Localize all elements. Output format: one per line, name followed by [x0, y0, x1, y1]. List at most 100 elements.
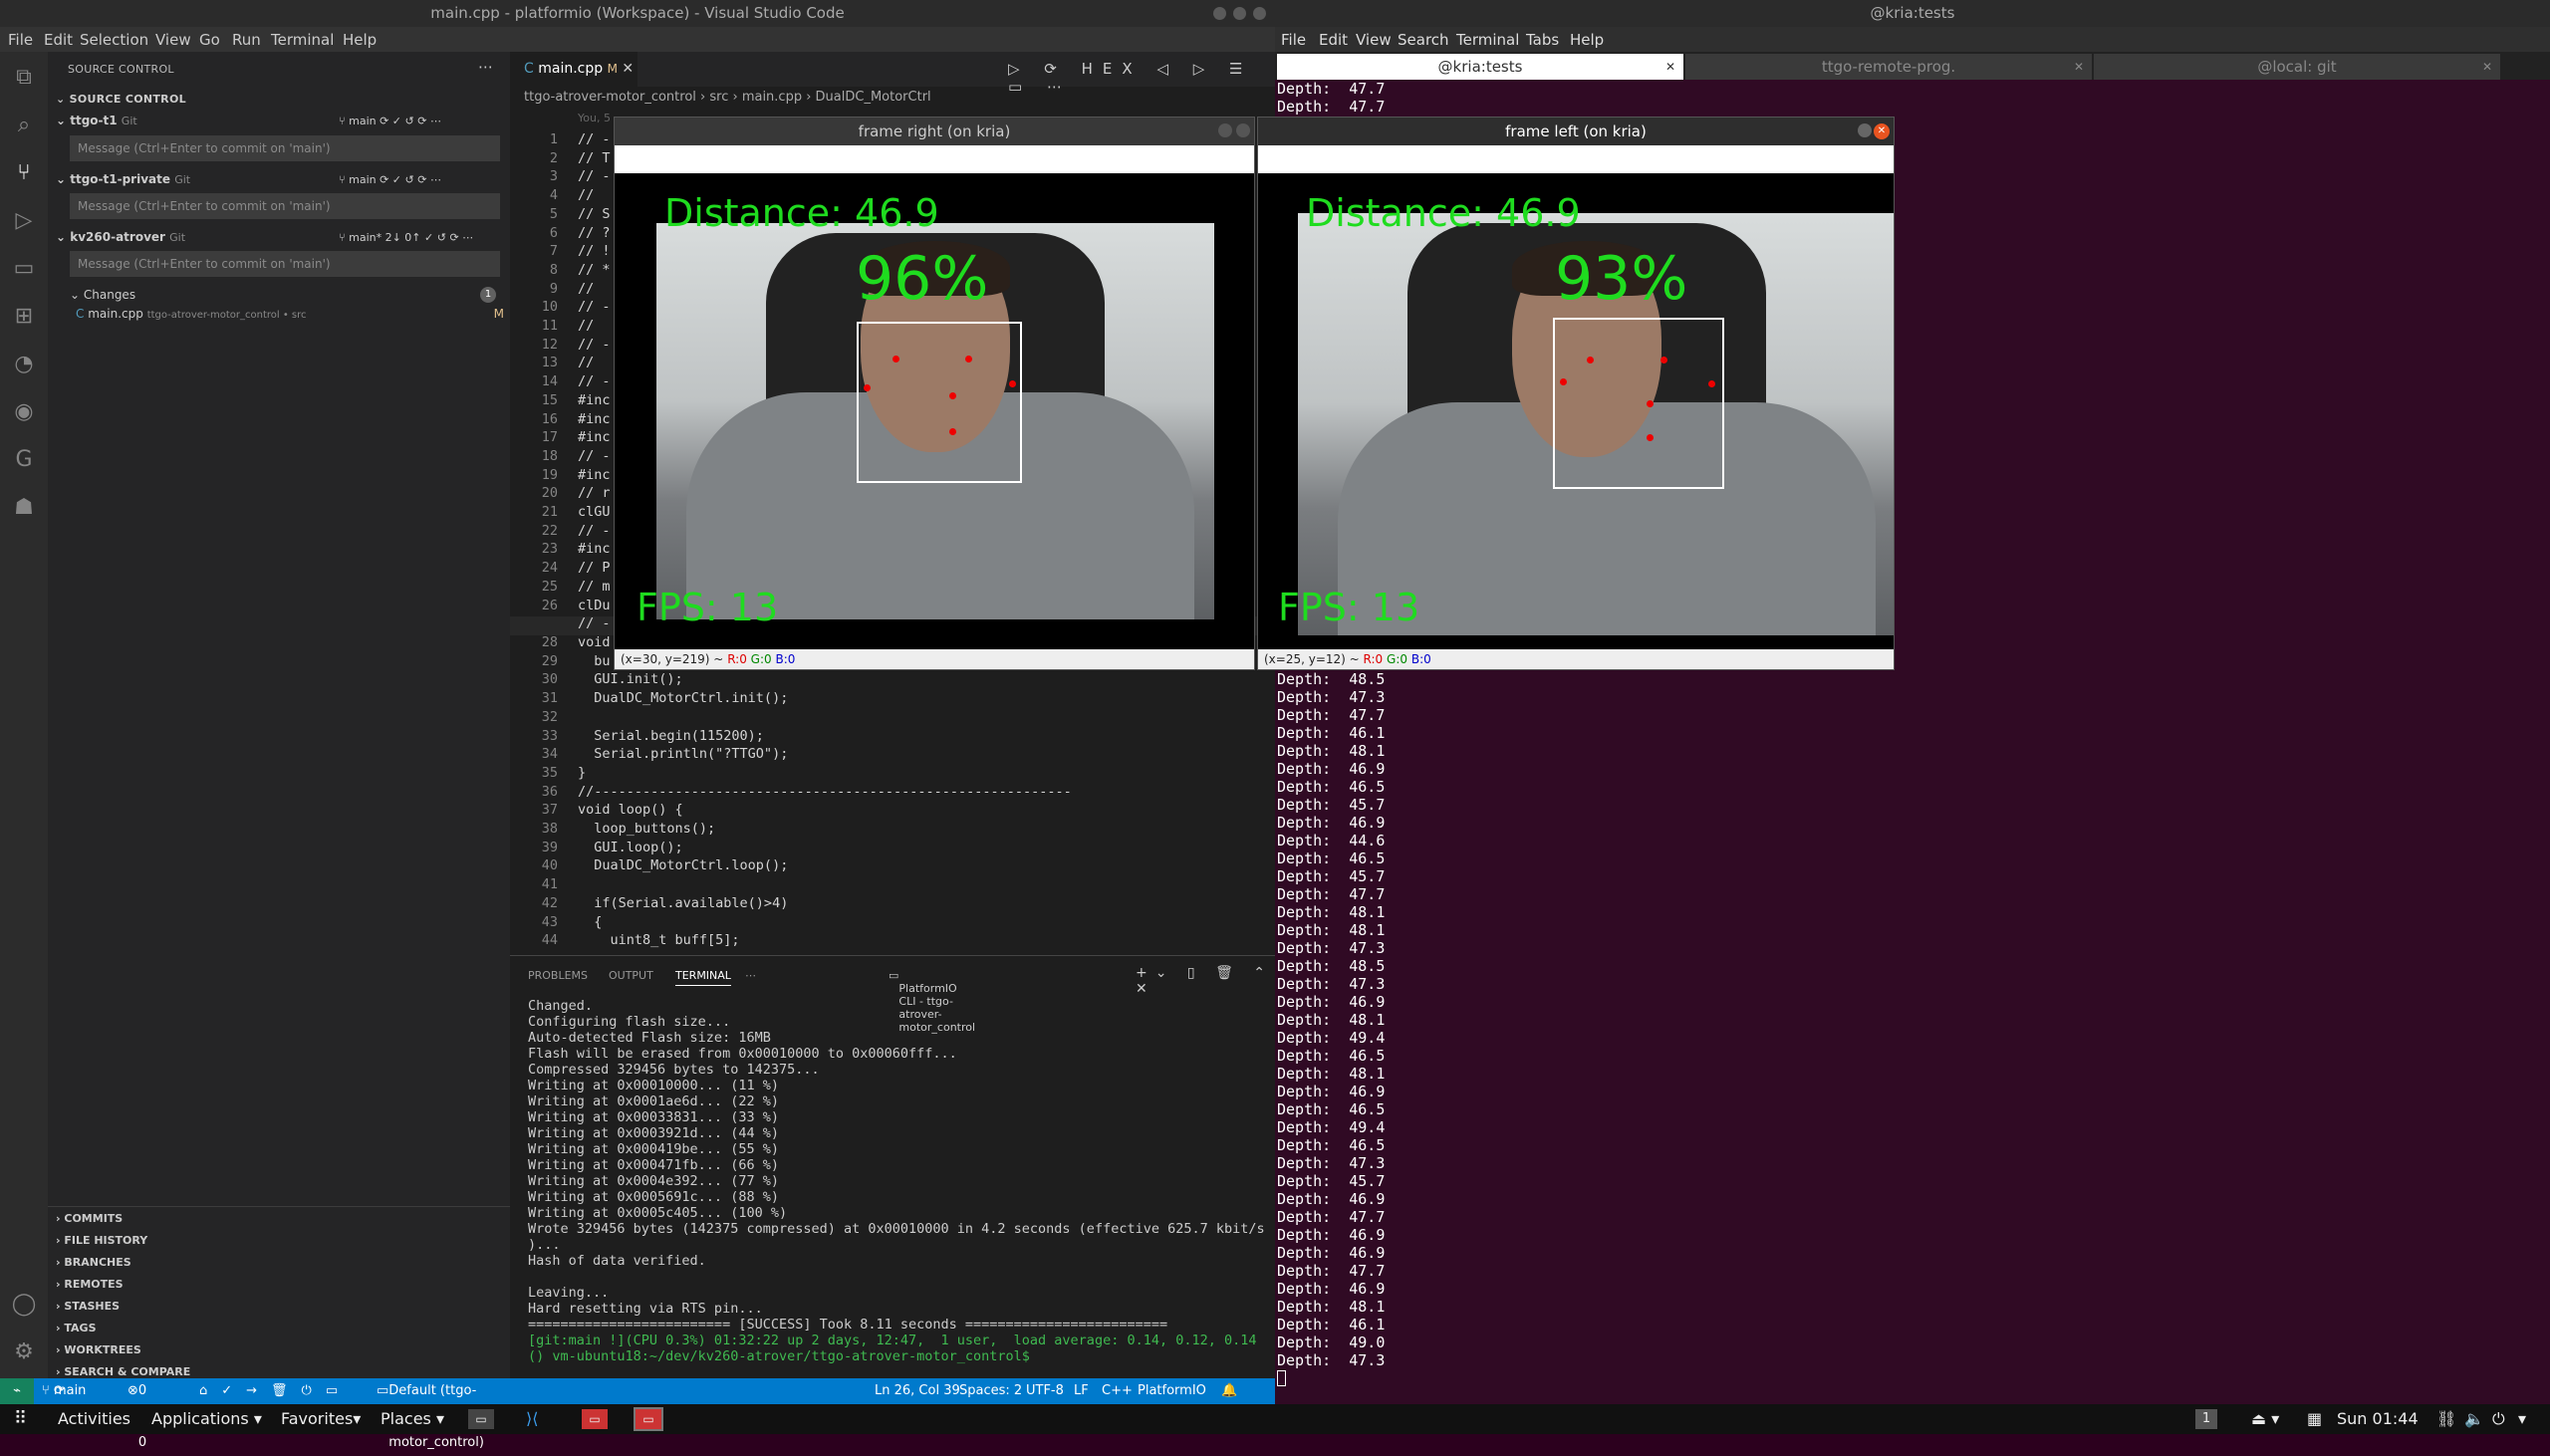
depth-output-top[interactable]: Depth: 47.7 Depth: 47.7	[1275, 80, 1385, 116]
close-tab-icon[interactable]: ✕	[2074, 54, 2084, 80]
gitlens-icon[interactable]: ◔	[8, 349, 40, 380]
minimize-button[interactable]	[1218, 123, 1232, 137]
remote-explorer-icon[interactable]: ▭	[8, 253, 40, 285]
tab-kria-tests[interactable]: @kria:tests ✕	[1277, 54, 1683, 80]
section-stashes[interactable]: › STASHES	[56, 1300, 120, 1313]
commit-message-input[interactable]: Message (Ctrl+Enter to commit on 'main')	[70, 251, 500, 277]
minimize-button[interactable]	[1213, 7, 1226, 20]
branch-indicator[interactable]: ⑂ main* 2↓ 0↑ ✓ ↺ ⟳ ⋯	[339, 231, 473, 244]
clock[interactable]: Sun 01:44	[2337, 1404, 2419, 1434]
menu-edit[interactable]: Edit	[1319, 31, 1348, 49]
depth-output[interactable]: Depth: 48.5 Depth: 47.3 Depth: 47.7 Dept…	[1275, 670, 1385, 1369]
menu-run[interactable]: Run	[232, 31, 261, 49]
tab-output[interactable]: OUTPUT	[609, 969, 653, 982]
tab-main-cpp[interactable]: C main.cpp M ✕	[510, 52, 638, 87]
menu-help[interactable]: Help	[1570, 31, 1604, 49]
workspace-indicator[interactable]: 1	[2195, 1409, 2217, 1429]
menu-terminal[interactable]: Terminal	[271, 31, 334, 49]
platformio-actions[interactable]: ⌂✓→🗑⏻▭	[199, 1378, 352, 1404]
close-button[interactable]	[1236, 123, 1250, 137]
section-commits[interactable]: › COMMITS	[56, 1212, 123, 1225]
menu-view[interactable]: View	[1356, 31, 1392, 49]
explorer-icon[interactable]: ⧉	[8, 62, 40, 94]
close-tab-icon[interactable]: ✕	[1665, 54, 1675, 80]
tab-terminal[interactable]: TERMINAL	[675, 969, 731, 986]
section-tags[interactable]: › TAGS	[56, 1322, 97, 1335]
panel-actions[interactable]: +⌄ ▯ 🗑 ⌃ ✕	[1136, 965, 1275, 997]
favorites-menu[interactable]: Favorites▾	[281, 1404, 361, 1434]
repo-ttgo-t1[interactable]: ⌄ ttgo-t1 Git	[56, 114, 137, 127]
menu-view[interactable]: View	[155, 31, 191, 49]
changed-file-row[interactable]: C main.cpp ttgo-atrover-motor_control • …	[76, 307, 504, 321]
activities-button[interactable]: Activities	[58, 1404, 130, 1434]
section-worktrees[interactable]: › WORKTREES	[56, 1343, 141, 1356]
frame-left-task-icon[interactable]: ▭	[634, 1407, 663, 1431]
minimize-button[interactable]	[1858, 123, 1872, 137]
search-icon[interactable]: ⌕	[8, 110, 40, 141]
close-button[interactable]: ✕	[1874, 123, 1890, 139]
repo-kv260-atrover[interactable]: ⌄ kv260-atrover Git	[56, 230, 185, 244]
menu-help[interactable]: Help	[343, 31, 377, 49]
terminal-output[interactable]: Changed. Configuring flash size... Auto-…	[528, 998, 1265, 1364]
eject-icon[interactable]: ⏏ ▾	[2251, 1404, 2279, 1434]
encoding-status[interactable]: UTF-8	[1026, 1378, 1064, 1404]
tab-problems[interactable]: PROBLEMS	[528, 969, 588, 982]
terminal-selector[interactable]: ▭ PlatformIO CLI - ttgo-atrover-motor_co…	[889, 969, 975, 1034]
section-search-compare[interactable]: › SEARCH & COMPARE	[56, 1365, 190, 1378]
tab-local-git[interactable]: @local: git ✕	[2094, 54, 2500, 80]
menu-terminal[interactable]: Terminal	[1456, 31, 1519, 49]
branch-status[interactable]: ⑂ main ⟳	[42, 1378, 86, 1404]
menu-edit[interactable]: Edit	[44, 31, 73, 49]
section-branches[interactable]: › BRANCHES	[56, 1256, 131, 1269]
commit-message-input[interactable]: Message (Ctrl+Enter to commit on 'main')	[70, 135, 500, 161]
section-remotes[interactable]: › REMOTES	[56, 1278, 124, 1291]
menu-selection[interactable]: Selection	[80, 31, 148, 49]
close-tab-icon[interactable]: ✕	[2482, 54, 2492, 80]
extensions-icon[interactable]: ⊞	[8, 301, 40, 333]
maximize-button[interactable]	[1233, 7, 1246, 20]
language-status[interactable]: C++	[1102, 1378, 1133, 1404]
close-button[interactable]	[1253, 7, 1266, 20]
indentation-status[interactable]: Spaces: 2	[959, 1378, 1022, 1404]
terminal-task-icon[interactable]: ▭	[468, 1409, 494, 1429]
platformio-icon[interactable]: ◉	[8, 396, 40, 428]
menu-search[interactable]: Search	[1398, 31, 1449, 49]
window-list-icon[interactable]: ▦	[2307, 1404, 2322, 1434]
menu-file[interactable]: File	[8, 31, 33, 49]
more-actions-icon[interactable]: ⋯	[478, 58, 493, 76]
eol-status[interactable]: LF	[1074, 1378, 1089, 1404]
branch-indicator[interactable]: ⑂ main ⟳ ✓ ↺ ⟳ ⋯	[339, 173, 441, 186]
section-file-history[interactable]: › FILE HISTORY	[56, 1234, 147, 1247]
frame-right-task-icon[interactable]: ▭	[582, 1409, 608, 1429]
vscode-task-icon[interactable]: ⟩⟨	[526, 1404, 538, 1434]
changes-group[interactable]: ⌄ Changes	[70, 288, 135, 302]
sc-subheader[interactable]: ⌄ SOURCE CONTROL	[56, 93, 186, 106]
problems-status[interactable]: ⊗ 0 ⚠ 0	[128, 1378, 150, 1450]
branch-indicator[interactable]: ⑂ main ⟳ ✓ ↺ ⟳ ⋯	[339, 115, 441, 127]
app-grid-icon[interactable]: ⠿	[14, 1404, 27, 1434]
tab-ttgo-remote-prog[interactable]: ttgo-remote-prog. ✕	[1685, 54, 2092, 80]
remote-icon[interactable]: ⌁	[0, 1378, 34, 1404]
volume-icon[interactable]: 🔈	[2464, 1404, 2484, 1434]
power-icon[interactable]: ⏻	[2492, 1404, 2505, 1434]
source-control-icon[interactable]: ⑂	[8, 157, 40, 189]
extension-status[interactable]: PlatformIO	[1138, 1378, 1206, 1404]
accounts-icon[interactable]: ◯	[8, 1289, 40, 1321]
settings-gear-icon[interactable]: ⚙	[8, 1336, 40, 1368]
applications-menu[interactable]: Applications ▾	[151, 1404, 262, 1434]
cursor-position[interactable]: Ln 26, Col 39	[875, 1378, 960, 1404]
repo-ttgo-t1-private[interactable]: ⌄ ttgo-t1-private Git	[56, 172, 190, 186]
commit-message-input[interactable]: Message (Ctrl+Enter to commit on 'main')	[70, 193, 500, 219]
panel-more-icon[interactable]: ⋯	[745, 969, 756, 982]
network-icon[interactable]: ⛓	[2436, 1404, 2456, 1434]
menu-tabs[interactable]: Tabs	[1526, 31, 1559, 49]
menu-file[interactable]: File	[1281, 31, 1306, 49]
alien-icon[interactable]: ☗	[8, 492, 40, 524]
pio-env-status[interactable]: ▭ Default (ttgo-atrover-motor_control)	[377, 1378, 484, 1450]
notifications-icon[interactable]: 🔔	[1221, 1378, 1237, 1404]
close-tab-icon[interactable]: ✕	[622, 61, 634, 77]
system-menu-icon[interactable]: ▾	[2518, 1404, 2526, 1434]
menu-go[interactable]: Go	[199, 31, 220, 49]
run-debug-icon[interactable]: ▷	[8, 205, 40, 237]
gitlens-inspect-icon[interactable]: G	[8, 444, 40, 476]
